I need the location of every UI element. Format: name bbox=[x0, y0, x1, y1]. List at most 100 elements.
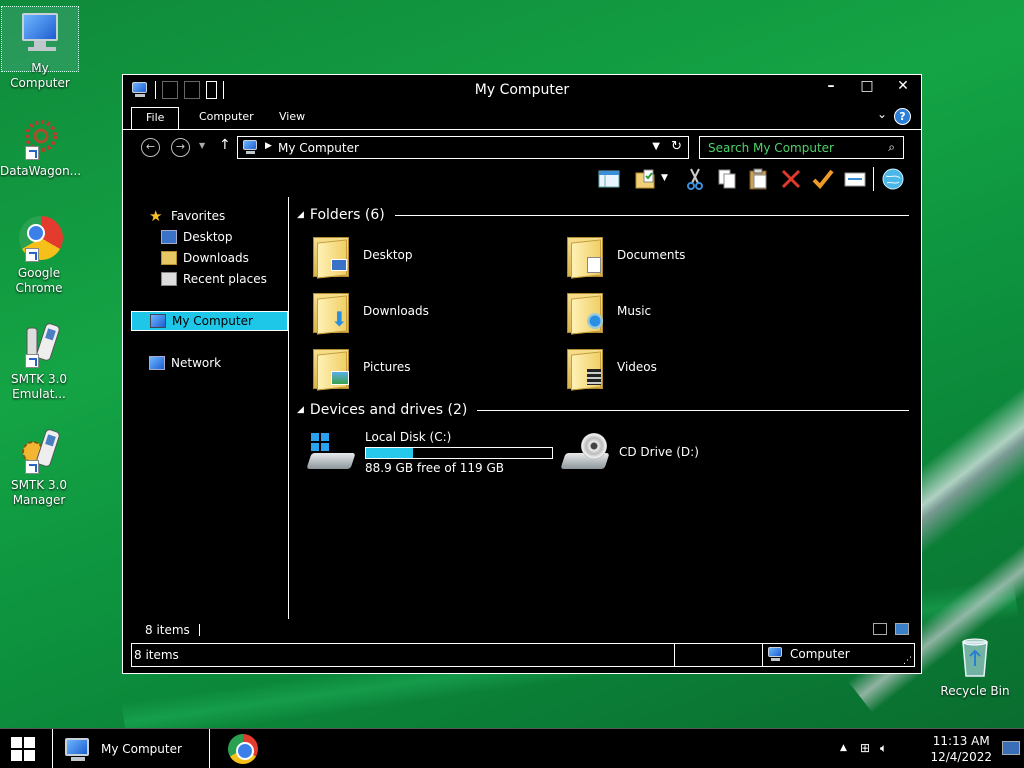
minimize-button[interactable]: – bbox=[813, 75, 849, 97]
desktop-icon-smtk-manager[interactable]: SMTK 3.0 Manager bbox=[0, 424, 78, 508]
folder-desktop[interactable]: Desktop bbox=[311, 229, 413, 281]
taskbar-button-label: My Computer bbox=[101, 742, 182, 756]
tab-computer[interactable]: Computer bbox=[185, 107, 268, 129]
desktop-icon-recycle-bin[interactable]: Recycle Bin bbox=[936, 630, 1014, 699]
address-bar[interactable]: ▶ My Computer ▼ ↻ bbox=[237, 136, 689, 159]
folder-pictures[interactable]: Pictures bbox=[311, 341, 411, 393]
collapse-icon[interactable]: ◢ bbox=[297, 405, 304, 415]
collapse-icon[interactable]: ◢ bbox=[297, 210, 304, 220]
expand-ribbon-icon[interactable]: ⌄ bbox=[877, 107, 887, 121]
desktop-icon-label: SMTK 3.0 Emulat... bbox=[10, 372, 68, 401]
taskbar-button-my-computer[interactable]: My Computer bbox=[52, 729, 210, 768]
network-icon[interactable]: ⊞ bbox=[860, 741, 870, 755]
folder-documents[interactable]: Documents bbox=[565, 229, 685, 281]
nav-downloads[interactable]: Downloads bbox=[161, 248, 249, 268]
details-footer: 8 items bbox=[131, 621, 913, 641]
large-icons-view-icon[interactable] bbox=[895, 623, 909, 635]
computer-icon bbox=[768, 647, 784, 661]
computer-icon bbox=[63, 736, 93, 762]
search-icon[interactable]: ⌕ bbox=[888, 140, 895, 155]
start-button[interactable] bbox=[0, 729, 48, 768]
maximize-button[interactable]: □ bbox=[849, 75, 885, 97]
item-count: 8 items bbox=[145, 623, 190, 637]
close-button[interactable]: ✕ bbox=[885, 75, 921, 97]
address-path: My Computer bbox=[278, 141, 359, 155]
content-area: ★ Favorites Desktop Downloads Recent pla… bbox=[131, 197, 913, 619]
folder-videos[interactable]: Videos bbox=[565, 341, 657, 393]
taskbar-button-chrome[interactable] bbox=[218, 729, 270, 768]
details-view-icon[interactable] bbox=[873, 623, 887, 635]
folder-label: Music bbox=[617, 304, 652, 318]
clock-date: 12/4/2022 bbox=[930, 750, 992, 764]
desktop-icon-label: Google Chrome bbox=[15, 266, 63, 295]
delete-icon[interactable] bbox=[779, 167, 803, 191]
nav-label: Network bbox=[171, 356, 222, 370]
search-input[interactable] bbox=[708, 141, 878, 155]
tab-view[interactable]: View bbox=[265, 107, 319, 129]
chevron-down-icon[interactable]: ▼ bbox=[661, 173, 673, 197]
tab-file[interactable]: File bbox=[131, 107, 180, 129]
nav-my-computer[interactable]: My Computer bbox=[131, 311, 288, 331]
properties-icon[interactable] bbox=[633, 167, 657, 191]
show-hidden-icons-icon[interactable]: ▲ bbox=[840, 743, 847, 753]
desktop-icon-my-computer[interactable]: My Computer bbox=[1, 6, 79, 90]
nav-label: My Computer bbox=[172, 314, 253, 328]
downloads-folder-icon bbox=[161, 251, 177, 265]
nav-label: Desktop bbox=[183, 230, 233, 244]
chevron-right-icon[interactable]: ▶ bbox=[265, 141, 272, 151]
nav-desktop[interactable]: Desktop bbox=[161, 227, 233, 247]
resize-grip-icon[interactable]: ⋰ bbox=[903, 656, 912, 666]
computer-icon bbox=[243, 140, 259, 155]
navigation-bar: ← → ▼ ↑ ▶ My Computer ▼ ↻ ⌕ bbox=[123, 129, 921, 163]
nav-favorites[interactable]: ★ Favorites bbox=[149, 206, 225, 226]
nav-label: Favorites bbox=[171, 209, 226, 223]
group-header-devices[interactable]: ◢ Devices and drives (2) bbox=[297, 402, 909, 418]
group-title: Folders (6) bbox=[309, 207, 385, 223]
paste-icon[interactable] bbox=[747, 167, 771, 191]
back-button[interactable]: ← bbox=[141, 138, 160, 157]
folder-downloads[interactable]: ⬇ Downloads bbox=[311, 285, 429, 337]
up-button[interactable]: ↑ bbox=[219, 137, 231, 153]
videos-folder-icon bbox=[565, 345, 605, 391]
drive-local-disk-c[interactable]: Local Disk (C:) 88.9 GB free of 119 GB bbox=[306, 427, 553, 477]
refresh-icon[interactable]: ↻ bbox=[671, 139, 682, 154]
nav-network[interactable]: Network bbox=[149, 353, 221, 373]
help-button[interactable]: ? bbox=[894, 108, 911, 125]
search-box[interactable]: ⌕ bbox=[699, 136, 904, 159]
ribbon-tabs: File Computer View ⌄ ? bbox=[123, 105, 921, 129]
nav-recent-places[interactable]: Recent places bbox=[161, 269, 267, 289]
hard-drive-icon bbox=[306, 431, 356, 473]
globe-icon[interactable] bbox=[881, 167, 905, 191]
drive-label: Local Disk (C:) bbox=[365, 429, 452, 444]
folder-label: Desktop bbox=[363, 248, 413, 262]
desktop-icon bbox=[161, 230, 177, 244]
desktop-icon-google-chrome[interactable]: Google Chrome bbox=[0, 212, 78, 296]
group-header-folders[interactable]: ◢ Folders (6) bbox=[297, 207, 909, 223]
volume-icon[interactable]: 🔈︎ bbox=[880, 741, 887, 756]
drive-cd-d[interactable]: CD Drive (D:) bbox=[560, 427, 699, 477]
clock[interactable]: 11:13 AM 12/4/2022 bbox=[930, 733, 992, 765]
email-icon[interactable] bbox=[843, 167, 867, 191]
rename-checkmark-icon[interactable] bbox=[811, 167, 835, 191]
phone-emulator-icon bbox=[15, 320, 63, 368]
recent-locations-icon[interactable]: ▼ bbox=[199, 141, 205, 150]
chevron-down-icon[interactable]: ▼ bbox=[652, 141, 660, 152]
computer-icon bbox=[16, 9, 64, 57]
folder-music[interactable]: Music bbox=[565, 285, 651, 337]
recent-places-icon bbox=[161, 272, 177, 286]
taskbar: My Computer ▲ ⊞ 🔈︎ 11:13 AM 12/4/2022 bbox=[0, 728, 1024, 768]
forward-button[interactable]: → bbox=[171, 138, 190, 157]
clock-time: 11:13 AM bbox=[932, 734, 990, 748]
show-desktop-button[interactable] bbox=[1002, 741, 1020, 755]
desktop-icon-datawagon[interactable]: DataWagon... bbox=[0, 110, 81, 179]
window-title: My Computer bbox=[474, 82, 570, 98]
preview-pane-icon[interactable] bbox=[597, 167, 621, 191]
desktop-icon-smtk-emulator[interactable]: SMTK 3.0 Emulat... bbox=[0, 318, 78, 402]
cut-icon[interactable] bbox=[683, 167, 707, 191]
folder-label: Downloads bbox=[363, 304, 429, 318]
title-bar[interactable]: My Computer – □ ✕ bbox=[123, 75, 921, 105]
copy-icon[interactable] bbox=[715, 167, 739, 191]
desktop-icon-label: My Computer bbox=[10, 61, 70, 90]
folder-label: Pictures bbox=[363, 360, 411, 374]
explorer-window: My Computer – □ ✕ File Computer View ⌄ ?… bbox=[122, 74, 922, 674]
